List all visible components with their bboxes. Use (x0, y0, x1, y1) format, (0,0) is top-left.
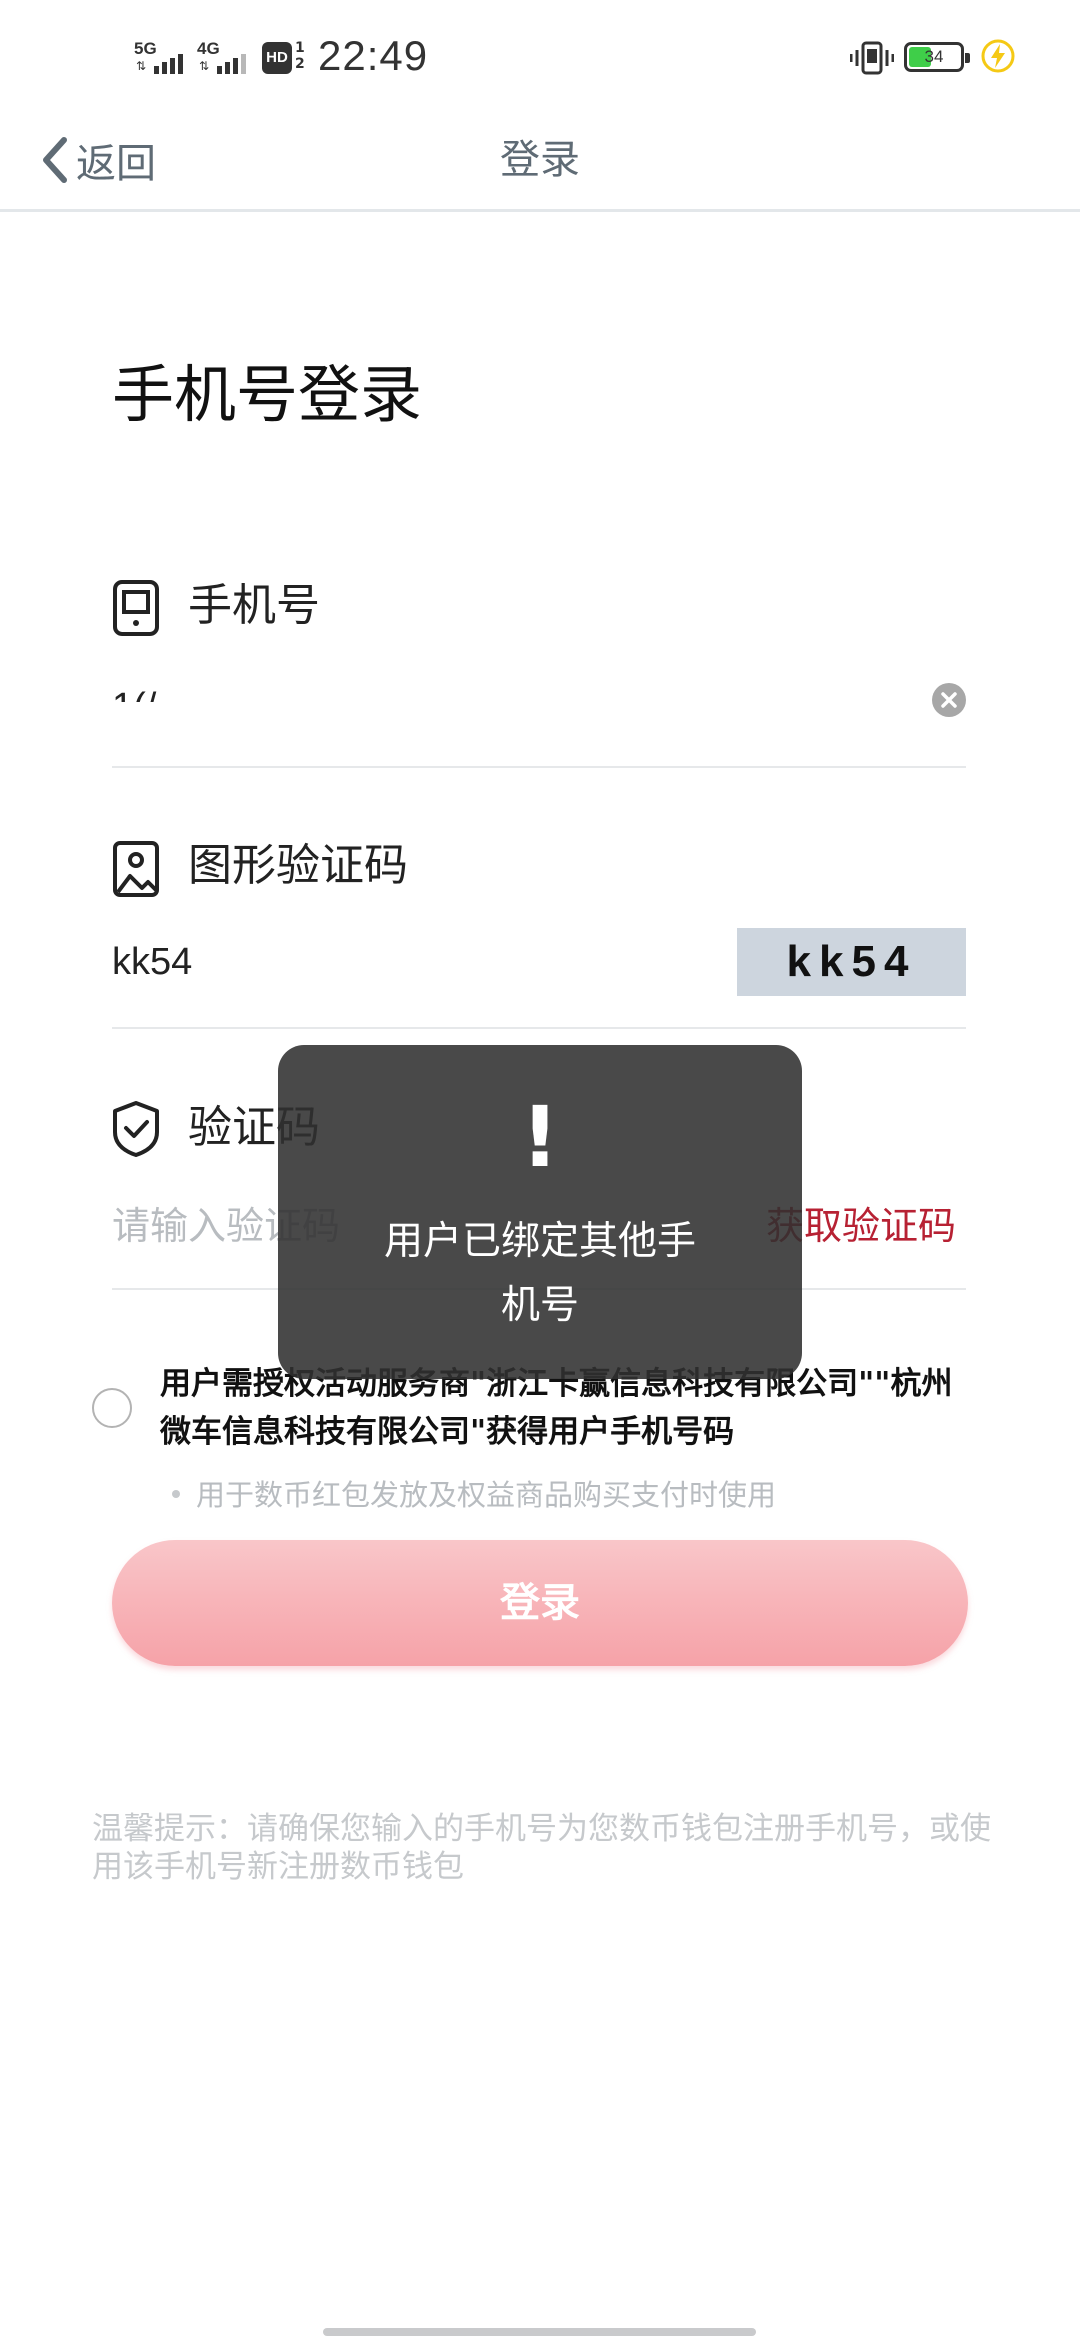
phone-label: 手机号 (188, 580, 320, 631)
divider (112, 1027, 966, 1029)
toast-message: 用户已绑定其他手机号 (383, 1219, 696, 1328)
hd-sim-label: 1 2 (295, 40, 305, 72)
phone-icon (113, 580, 159, 636)
exclamation-icon: ! (520, 1088, 560, 1186)
captcha-image[interactable]: kk54 (737, 928, 966, 996)
captcha-input[interactable]: kk54 (112, 935, 192, 989)
vibrate-icon (850, 41, 894, 75)
captcha-label: 图形验证码 (188, 840, 408, 891)
agreement-checkbox[interactable] (92, 1388, 132, 1428)
status-bar: 5G ⇅ 4G ⇅ HD 1 2 22:49 34 (0, 0, 1080, 110)
toast-dialog: ! 用户已绑定其他手机号 (278, 1045, 802, 1379)
charging-icon (981, 39, 1015, 73)
page-title: 手机号登录 (112, 358, 423, 431)
divider (112, 766, 966, 768)
login-button[interactable]: 登录 (112, 1540, 968, 1666)
phone-input[interactable]: 1(/- (112, 680, 169, 702)
home-indicator[interactable] (323, 2328, 756, 2336)
nav-title: 登录 (500, 137, 580, 183)
battery-percent: 34 (924, 47, 944, 66)
close-icon (941, 692, 957, 708)
clear-input-button[interactable] (932, 683, 966, 717)
tips-text: 温馨提示：请确保您输入的手机号为您数币钱包注册手机号，或使用该手机号新注册数币钱… (92, 1811, 991, 1885)
shield-check-icon (113, 1101, 159, 1157)
image-captcha-icon (113, 841, 159, 897)
nav-bar: 返回 登录 (0, 110, 1080, 212)
hd-badge: HD (262, 42, 292, 74)
clock: 22:49 (318, 32, 429, 79)
battery-icon: 34 (904, 42, 970, 72)
bullet-dot (172, 1490, 180, 1498)
agreement-note: 用于数币红包发放及权益商品购买支付时使用 (196, 1478, 777, 1512)
